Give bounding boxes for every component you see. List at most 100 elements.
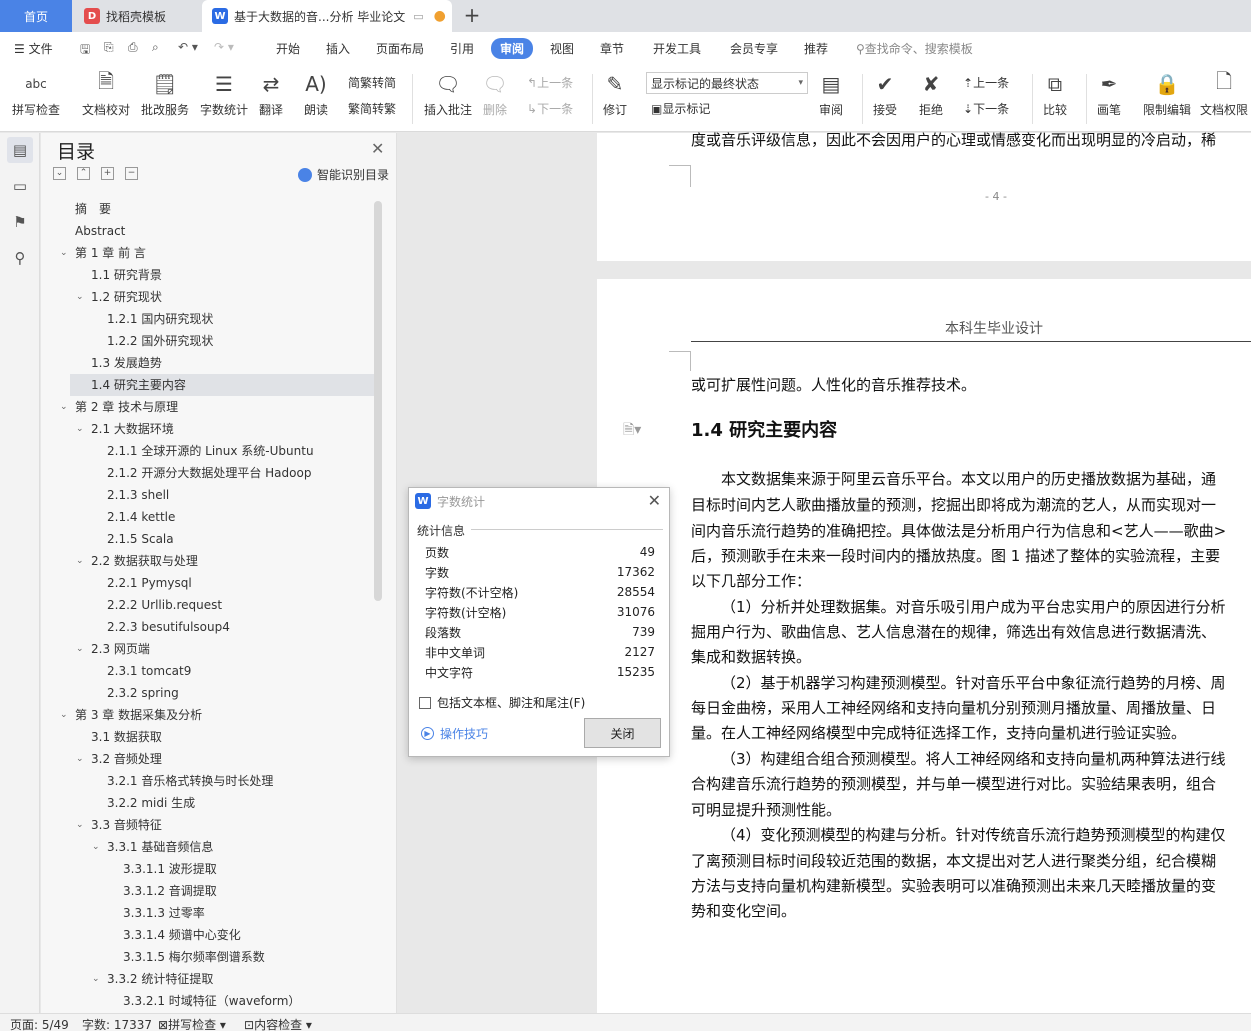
toc-item[interactable]: 1.2.2 国外研究现状	[107, 330, 213, 352]
show-markup-button[interactable]: ▣ 显示标记	[651, 100, 710, 117]
content-check-status[interactable]: ⊡内容检查 ▾	[244, 1016, 312, 1031]
toc-item[interactable]: 2.2.2 Urllib.request	[107, 594, 222, 616]
remove-heading-icon[interactable]: −	[125, 167, 138, 180]
toc-item[interactable]: ⌄ 2.3 网页端	[76, 638, 150, 660]
chevron-down-icon[interactable]: ⌄	[76, 286, 84, 308]
bookmark-icon[interactable]: ⚑	[7, 209, 33, 235]
chapter-nav-icon[interactable]: ▭	[7, 173, 33, 199]
redo-icon[interactable]: ↷ ▾	[214, 40, 234, 54]
menu-review[interactable]: 审阅	[491, 38, 534, 59]
toc-item[interactable]: ⌄ 第 2 章 技术与原理	[60, 396, 178, 418]
chevron-down-icon[interactable]: ⌄	[60, 704, 68, 726]
toc-item[interactable]: 1.4 研究主要内容	[70, 374, 374, 396]
word-count-indicator[interactable]: 字数: 17337	[82, 1016, 152, 1031]
menu-member[interactable]: 会员专享	[730, 40, 778, 57]
toc-item[interactable]: 3.3.1.3 过零率	[123, 902, 205, 924]
spell-check-status[interactable]: ⊠拼写检查 ▾	[158, 1016, 226, 1031]
menu-reference[interactable]: 引用	[450, 40, 474, 57]
toc-item[interactable]: 3.2.1 音乐格式转换与时长处理	[107, 770, 273, 792]
toc-item[interactable]: ⌄ 3.3.1 基础音频信息	[92, 836, 213, 858]
toc-item[interactable]: 2.3.2 spring	[107, 682, 179, 704]
menu-recommend[interactable]: 推荐	[804, 40, 828, 57]
toc-item[interactable]: ⌄ 第 3 章 数据采集及分析	[60, 704, 202, 726]
toc-item[interactable]: 2.1.5 Scala	[107, 528, 174, 550]
toc-item[interactable]: 1.1 研究背景	[91, 264, 162, 286]
menu-start[interactable]: 开始	[276, 40, 300, 57]
toc-scrollbar[interactable]	[374, 201, 382, 601]
menu-chapter[interactable]: 章节	[600, 40, 624, 57]
markup-state-select[interactable]: 显示标记的最终状态 ▾	[646, 72, 808, 94]
toc-item[interactable]: 2.3.1 tomcat9	[107, 660, 191, 682]
undo-icon[interactable]: ↶ ▾	[178, 40, 198, 54]
toc-item[interactable]: ⌄ 2.1 大数据环境	[76, 418, 174, 440]
toc-item[interactable]: 2.1.3 shell	[107, 484, 169, 506]
prev-change-button[interactable]: ⇡ 上一条	[963, 74, 1009, 91]
window-icon[interactable]: ▭	[413, 10, 423, 23]
toc-item[interactable]: 2.1.4 kettle	[107, 506, 175, 528]
next-change-button[interactable]: ⇣ 下一条	[963, 100, 1009, 117]
toc-item[interactable]: 3.3.1.2 音调提取	[123, 880, 217, 902]
toc-item[interactable]: 3.1 数据获取	[91, 726, 162, 748]
proofread-button[interactable]: 🗎 文档校对	[82, 69, 130, 118]
toc-item[interactable]: 3.2.2 midi 生成	[107, 792, 195, 814]
toc-item[interactable]: ⌄ 1.2 研究现状	[76, 286, 162, 308]
insert-comment-button[interactable]: 🗨 插入批注	[424, 70, 472, 118]
toc-item[interactable]: ⌄ 第 1 章 前 言	[60, 242, 146, 264]
batch-service-button[interactable]: 🗒 批改服务	[141, 70, 189, 118]
chevron-down-icon[interactable]: ⌄	[76, 814, 84, 836]
menu-insert[interactable]: 插入	[326, 40, 350, 57]
compare-button[interactable]: ⧉ 比较	[1042, 70, 1068, 118]
page-indicator[interactable]: 页面: 5/49	[10, 1016, 69, 1031]
toc-item[interactable]: 1.2.1 国内研究现状	[107, 308, 213, 330]
toc-item[interactable]: 摘 要	[75, 198, 111, 220]
prev-comment-button[interactable]: ↰ 上一条	[527, 74, 573, 91]
tips-link[interactable]: ▶ 操作技巧	[421, 725, 488, 742]
chevron-down-icon[interactable]: ⌄	[76, 418, 84, 440]
chevron-down-icon[interactable]: ⌄	[76, 748, 84, 770]
chevron-down-icon[interactable]: ⌄	[60, 396, 68, 418]
chevron-down-icon[interactable]: ⌄	[92, 836, 100, 858]
toc-item[interactable]: Abstract	[75, 220, 125, 242]
toc-item[interactable]: 1.3 发展趋势	[91, 352, 162, 374]
preview-icon[interactable]: ⌕	[152, 40, 159, 55]
menu-layout[interactable]: 页面布局	[376, 40, 424, 57]
toc-item[interactable]: 2.1.2 开源分大数据处理平台 Hadoop	[107, 462, 311, 484]
toc-item[interactable]: 2.2.3 besutifulsoup4	[107, 616, 230, 638]
smart-toc-button[interactable]: 智能识别目录	[298, 166, 389, 183]
search-icon[interactable]: ⚲	[7, 245, 33, 271]
tab-template[interactable]: D 找稻壳模板	[74, 0, 200, 32]
ink-button[interactable]: ✒ 画笔	[1096, 70, 1122, 118]
export-icon[interactable]: ⎘	[104, 40, 114, 55]
tab-home[interactable]: 首页	[0, 0, 72, 32]
chevron-down-icon[interactable]: ⌄	[76, 638, 84, 660]
expand-icon[interactable]: ⌃	[77, 167, 90, 180]
save-icon[interactable]: 🖫	[80, 40, 90, 61]
spell-check-button[interactable]: abc 拼写检查	[12, 70, 60, 118]
tab-document[interactable]: W 基于大数据的音...分析 毕业论文 ▭ ●	[202, 0, 452, 32]
toc-item[interactable]: 2.1.1 全球开源的 Linux 系统-Ubuntu	[107, 440, 314, 462]
toc-pane-icon[interactable]: ▤	[7, 137, 33, 163]
simp-to-trad-button[interactable]: 繁 简转繁	[348, 100, 396, 117]
toc-item[interactable]: ⌄ 3.3 音频特征	[76, 814, 162, 836]
close-button[interactable]: 关闭	[584, 718, 661, 748]
next-comment-button[interactable]: ↳ 下一条	[527, 100, 573, 117]
restrict-edit-button[interactable]: 🔒 限制编辑	[1143, 70, 1191, 118]
include-textbox-checkbox[interactable]: 包括文本框、脚注和尾注(F)	[419, 694, 585, 711]
close-icon[interactable]: ✕	[648, 491, 661, 510]
command-search[interactable]: ⚲查找命令、搜索模板	[856, 40, 973, 57]
menu-view[interactable]: 视图	[550, 40, 574, 57]
trad-to-simp-button[interactable]: 简 繁转简	[348, 74, 396, 91]
file-menu[interactable]: ☰ 文件	[14, 40, 53, 57]
track-changes-button[interactable]: ✎ 修订	[602, 70, 628, 118]
add-heading-icon[interactable]: +	[101, 167, 114, 180]
delete-comment-button[interactable]: 🗨 删除	[482, 70, 508, 118]
menu-devtools[interactable]: 开发工具	[653, 40, 701, 57]
toc-item[interactable]: 3.3.2.1 时域特征（waveform）	[123, 990, 300, 1012]
word-count-button[interactable]: ☰ 字数统计	[200, 70, 248, 118]
chevron-down-icon[interactable]: ⌄	[76, 550, 84, 572]
reject-button[interactable]: ✘ 拒绝	[918, 70, 944, 118]
translate-button[interactable]: ⇄ 翻译	[258, 70, 284, 118]
paragraph-options-icon[interactable]: 🗎▾	[623, 419, 641, 443]
toc-item[interactable]: ⌄ 3.2 音频处理	[76, 748, 162, 770]
collapse-all-icon[interactable]: ⌄	[53, 167, 66, 180]
